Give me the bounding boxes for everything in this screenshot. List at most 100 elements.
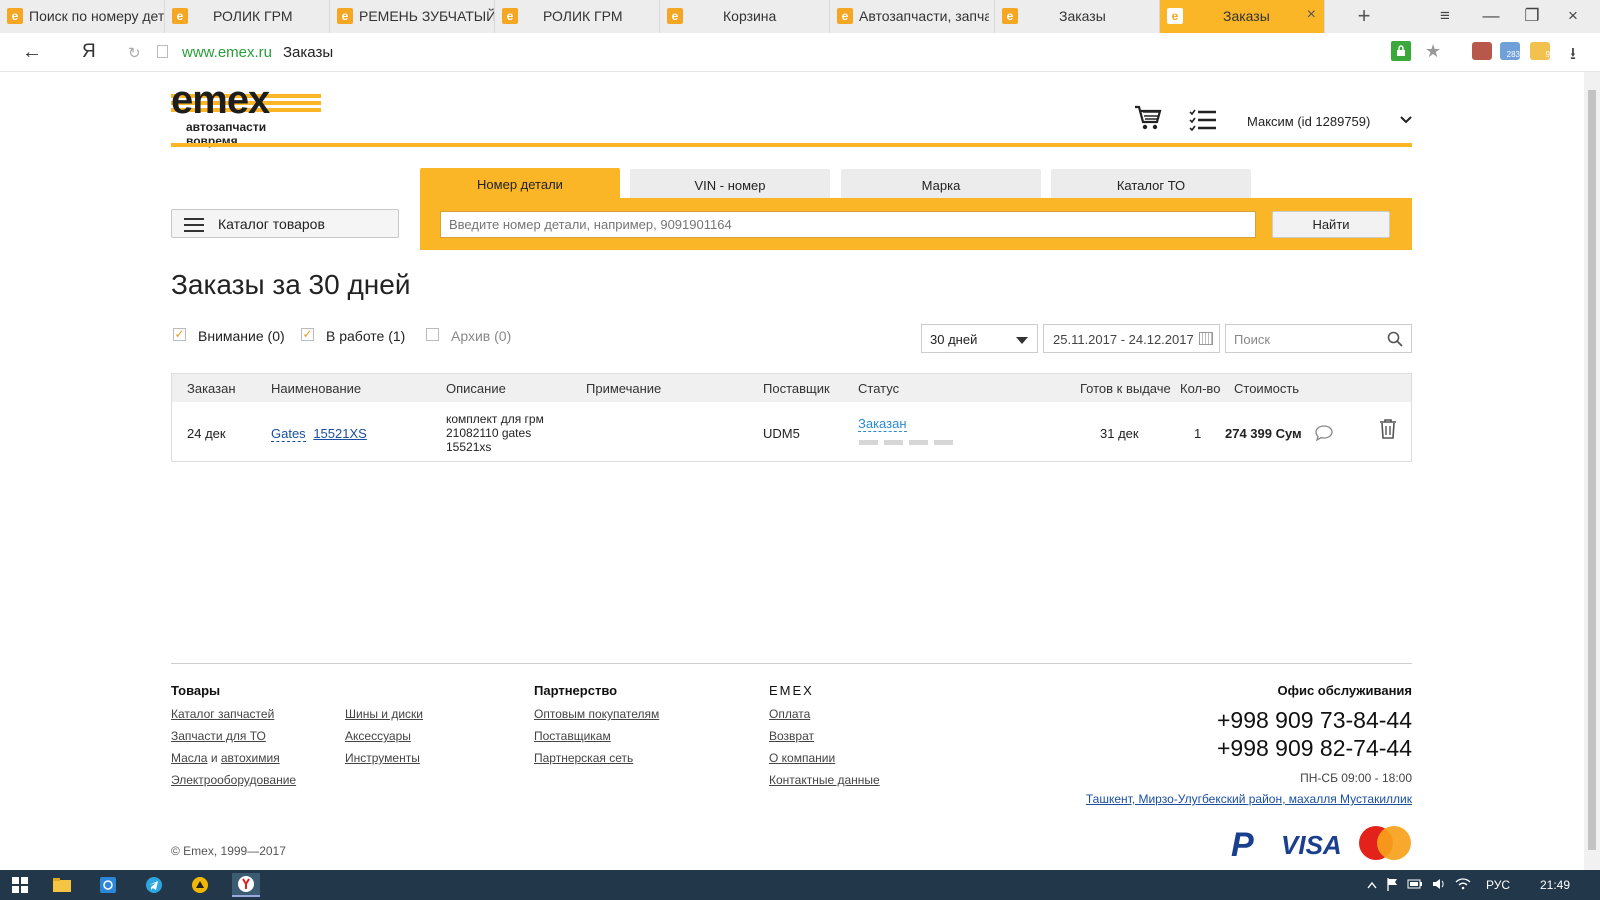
footer-link[interactable]: Аксессуары	[345, 729, 411, 743]
windows-start-icon[interactable]	[6, 873, 34, 897]
reload-icon[interactable]: ↻	[128, 44, 141, 62]
clock[interactable]: 21:49	[1540, 878, 1570, 892]
tab-vin[interactable]: VIN - номер	[630, 169, 830, 199]
bookmark-star-icon[interactable]: ★	[1425, 41, 1441, 62]
footer-link[interactable]: Шины и диски	[345, 707, 423, 721]
calendar-icon[interactable]	[1199, 332, 1213, 345]
office-address-link[interactable]: Ташкент, Мирзо-Улугбекский район, махалл…	[1086, 792, 1412, 806]
app-icon[interactable]	[186, 873, 214, 897]
download-icon[interactable]: ⭳	[1570, 41, 1576, 70]
tab-maintenance-catalog[interactable]: Каталог ТО	[1051, 169, 1251, 199]
emex-favicon-icon: e	[7, 8, 23, 24]
browser-tab[interactable]: e РЕМЕНЬ ЗУБЧАТЫЙ	[330, 0, 495, 33]
logo-wordmark: emex	[171, 78, 270, 122]
footer-link[interactable]: Инструменты	[345, 751, 420, 765]
browser-tab[interactable]: e Корзина	[660, 0, 830, 33]
new-tab-button[interactable]: +	[1352, 3, 1376, 29]
date-range-field[interactable]: 25.11.2017 - 24.12.2017	[1043, 324, 1220, 353]
column-header: Поставщик	[763, 381, 830, 396]
browser-tab-active[interactable]: e Заказы ×	[1160, 0, 1325, 33]
store-app-icon[interactable]	[94, 873, 122, 897]
keyboard-layout[interactable]: РУС	[1486, 878, 1510, 892]
vertical-scrollbar[interactable]	[1584, 72, 1600, 870]
checkbox-checked[interactable]: ✓	[173, 327, 186, 341]
footer-link[interactable]: автохимия	[221, 751, 280, 765]
filter-archive[interactable]: Архив (0)	[426, 327, 511, 344]
browser-tab[interactable]: e РОЛИК ГРМ	[495, 0, 660, 33]
extension-badge-icon[interactable]: 9	[1530, 42, 1550, 60]
footer-link[interactable]: Оплата	[769, 707, 810, 721]
footer-link[interactable]: Оптовым покупателям	[534, 707, 659, 721]
back-arrow-icon[interactable]: ←	[22, 41, 42, 64]
filter-attention[interactable]: ✓ Внимание (0)	[173, 327, 285, 344]
footer-heading-partnership: Партнерство	[534, 683, 618, 698]
battery-icon[interactable]	[1407, 878, 1423, 893]
cart-icon[interactable]	[1134, 105, 1162, 134]
file-explorer-icon[interactable]	[48, 873, 76, 897]
part-number-search-input[interactable]	[440, 211, 1256, 238]
filter-in-progress[interactable]: ✓ В работе (1)	[301, 327, 405, 344]
browser-tab[interactable]: e Заказы	[995, 0, 1160, 33]
orders-search-input[interactable]: Поиск	[1225, 324, 1412, 353]
url-page-title[interactable]: Заказы	[283, 44, 333, 61]
telegram-icon[interactable]	[140, 873, 168, 897]
browser-menu-icon[interactable]: ≡	[1435, 6, 1455, 26]
yandex-button[interactable]: Я	[82, 41, 96, 63]
order-list-icon[interactable]	[1189, 109, 1217, 134]
browser-tab-title: Корзина	[723, 8, 777, 24]
footer-link[interactable]: О компании	[769, 751, 835, 765]
address-bar: ← Я ↻ www.emex.ru Заказы ★ 283 9 ⭳	[0, 33, 1600, 72]
column-header: Кол-во	[1180, 381, 1221, 396]
footer-link[interactable]: Масла	[171, 751, 207, 765]
brand-link[interactable]: Gates	[271, 426, 306, 442]
phone-number[interactable]: +998 909 82-74-44	[1217, 735, 1412, 762]
emex-favicon-icon: e	[172, 8, 188, 24]
close-tab-icon[interactable]: ×	[1307, 6, 1316, 24]
footer-link[interactable]: Каталог запчастей	[171, 707, 274, 721]
scrollbar-thumb[interactable]	[1588, 90, 1596, 850]
user-account-label[interactable]: Максим (id 1289759)	[1247, 114, 1370, 129]
browser-tab[interactable]: e Автозапчасти, запчасти	[830, 0, 995, 33]
footer-link[interactable]: Поставщикам	[534, 729, 611, 743]
emex-logo[interactable]: emex автозапчасти вовремя	[171, 78, 321, 148]
ordered-date: 24 дек	[187, 426, 226, 441]
network-icon[interactable]	[1455, 878, 1471, 893]
extension-icon[interactable]	[1472, 42, 1492, 60]
visa-logo: VISA	[1281, 830, 1342, 860]
comment-bubble-icon[interactable]	[1314, 424, 1334, 445]
find-button[interactable]: Найти	[1272, 211, 1390, 238]
checkbox-checked[interactable]: ✓	[301, 327, 314, 341]
search-icon[interactable]	[1387, 331, 1403, 350]
footer-link[interactable]: Электрооборудование	[171, 773, 296, 787]
office-heading: Офис обслуживания	[1277, 683, 1412, 698]
yandex-browser-icon[interactable]	[232, 873, 260, 897]
extension-badge-icon[interactable]: 283	[1500, 42, 1520, 60]
footer-link[interactable]: Партнерская сеть	[534, 751, 633, 765]
browser-tab[interactable]: e Поиск по номеру детали	[0, 0, 165, 33]
caret-down-icon	[1016, 337, 1028, 344]
restore-window-icon[interactable]: ❐	[1522, 6, 1542, 26]
trash-icon[interactable]	[1379, 418, 1397, 443]
volume-icon[interactable]	[1432, 878, 1446, 893]
tab-brand[interactable]: Марка	[841, 169, 1041, 199]
url-host[interactable]: www.emex.ru	[182, 44, 272, 61]
browser-tab-title: Поиск по номеру детали	[29, 8, 165, 24]
period-select[interactable]: 30 дней	[921, 324, 1038, 353]
catalog-button[interactable]: Каталог товаров	[171, 209, 399, 238]
minimize-icon[interactable]: —	[1481, 6, 1501, 26]
footer-link[interactable]: Возврат	[769, 729, 814, 743]
part-code-link[interactable]: 15521XS	[313, 426, 367, 441]
chevron-down-icon[interactable]	[1400, 112, 1412, 127]
browser-tab[interactable]: e РОЛИК ГРМ	[165, 0, 330, 33]
tab-part-number[interactable]: Номер детали	[420, 168, 620, 200]
status-link[interactable]: Заказан	[858, 416, 907, 432]
footer-link[interactable]: Контактные данные	[769, 773, 880, 787]
phone-number[interactable]: +998 909 73-84-44	[1217, 707, 1412, 734]
lock-icon[interactable]	[1391, 41, 1411, 61]
tray-expand-icon[interactable]	[1367, 878, 1377, 892]
flag-icon[interactable]	[1387, 878, 1399, 894]
footer-oils-line: Масла и автохимия	[171, 751, 280, 765]
close-window-icon[interactable]: ×	[1563, 6, 1583, 26]
footer-link[interactable]: Запчасти для ТО	[171, 729, 266, 743]
checkbox-unchecked[interactable]	[426, 327, 439, 341]
